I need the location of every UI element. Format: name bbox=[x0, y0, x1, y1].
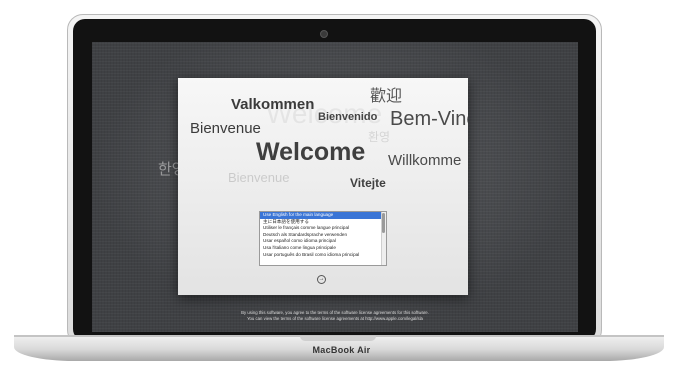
word-welcome: Welcome bbox=[256, 138, 366, 166]
word-bienvenue: Bienvenue bbox=[190, 120, 261, 137]
language-list-scrollbar[interactable] bbox=[381, 212, 386, 265]
welcome-window: Valkommen Welcome 歡迎 Bienvenue Bienvenid… bbox=[178, 78, 468, 295]
word-huanying: 歡迎 bbox=[370, 88, 403, 105]
word-hangul-ghost: 환영 bbox=[368, 130, 391, 144]
language-option-french[interactable]: Utiliser le français comme langue princi… bbox=[260, 225, 386, 232]
base-notch bbox=[300, 336, 376, 341]
language-option-german[interactable]: Deutsch als Standardsprache verwenden bbox=[260, 232, 386, 239]
word-vitejte: Vitejte bbox=[350, 176, 386, 190]
language-option-italian[interactable]: Usa l'italiano come lingua principale bbox=[260, 245, 386, 252]
language-option-japanese[interactable]: 主に日本語を使用する bbox=[260, 219, 386, 226]
screen: tejte 한영 Valkommen Welcome 歡迎 Bienvenue … bbox=[92, 42, 578, 332]
word-bem-vindo: Bem-Vinc bbox=[390, 108, 468, 130]
camera-icon bbox=[320, 30, 328, 38]
continue-arrow-button[interactable]: → bbox=[317, 275, 326, 284]
language-option-english[interactable]: Use English for the main language bbox=[260, 212, 386, 219]
language-option-portuguese[interactable]: Usar português do Brasil como idioma pri… bbox=[260, 252, 386, 259]
word-bienvenue-ghost: Bienvenue bbox=[228, 170, 290, 185]
language-list[interactable]: Use English for the main language 主に日本語を… bbox=[259, 211, 387, 266]
device-brand-label: MacBook Air bbox=[312, 345, 371, 355]
word-willkommen: Willkomme bbox=[388, 152, 462, 169]
language-option-spanish[interactable]: Usar español como idioma principal bbox=[260, 238, 386, 245]
scrollbar-thumb[interactable] bbox=[382, 213, 385, 233]
word-bienvenido: Bienvenido bbox=[318, 111, 378, 123]
license-text-line-2: You can view the terms of the software l… bbox=[247, 316, 423, 321]
